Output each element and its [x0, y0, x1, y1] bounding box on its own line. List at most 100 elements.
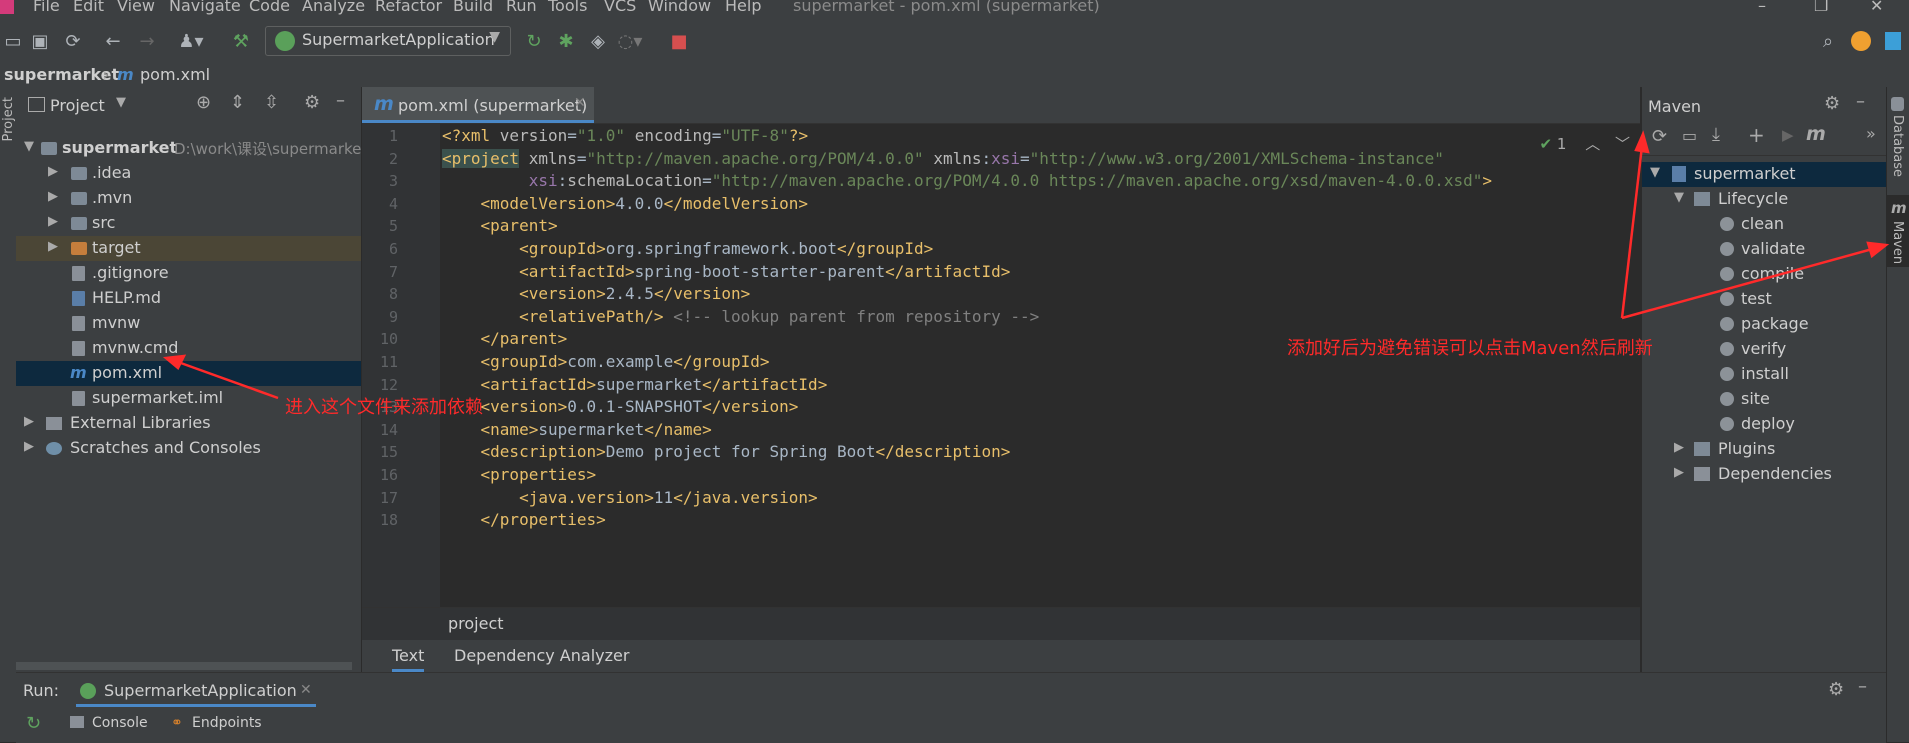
- gear-icon[interactable]: ⚙: [1824, 93, 1840, 114]
- tree-item-gitignore[interactable]: .gitignore: [16, 261, 361, 286]
- gear-icon[interactable]: ⚙: [304, 92, 320, 113]
- run-icon[interactable]: ▶: [1782, 126, 1794, 144]
- add-folder-icon[interactable]: ▭: [1682, 126, 1697, 145]
- menu-code[interactable]: Code: [249, 0, 290, 15]
- hide-icon[interactable]: –: [1858, 676, 1867, 697]
- close-tab-icon[interactable]: ✕: [574, 95, 586, 111]
- tab-text[interactable]: Text: [392, 646, 425, 672]
- restore-icon[interactable]: ❐: [1814, 0, 1828, 15]
- stop-icon[interactable]: ■: [666, 28, 692, 54]
- tree-item-mvnw-cmd[interactable]: mvnw.cmd: [16, 336, 361, 361]
- database-tool-tab[interactable]: Database: [1890, 115, 1905, 177]
- line-number: 10: [379, 330, 398, 348]
- menu-edit[interactable]: Edit: [73, 0, 104, 15]
- user-icon[interactable]: ♟▾: [178, 28, 204, 54]
- maven-goal-install[interactable]: install: [1642, 362, 1887, 387]
- tree-item-src[interactable]: ▶ src: [16, 211, 361, 236]
- menu-build[interactable]: Build: [453, 0, 493, 15]
- horizontal-scrollbar[interactable]: [16, 662, 352, 670]
- inspection-widget[interactable]: ✔ 1 ︿ ﹀: [1540, 133, 1631, 154]
- code-area[interactable]: <?xml version="1.0" encoding="UTF-8"?> <…: [442, 123, 1640, 607]
- run-config-select[interactable]: SupermarketApplication ▼: [265, 26, 511, 56]
- menu-vcs[interactable]: VCS: [604, 0, 636, 15]
- menu-help[interactable]: Help: [725, 0, 761, 15]
- tree-item-help[interactable]: HELP.md: [16, 286, 361, 311]
- hide-icon[interactable]: –: [1856, 91, 1865, 112]
- chevron-down-icon[interactable]: ﹀: [1615, 135, 1630, 153]
- tree-label: target: [92, 238, 141, 257]
- hide-icon[interactable]: –: [336, 90, 345, 111]
- tree-item-target[interactable]: ▶ target: [16, 236, 361, 261]
- build-hammer-icon[interactable]: ⚒: [228, 28, 254, 54]
- maven-goal-test[interactable]: test: [1642, 287, 1887, 312]
- minimize-icon[interactable]: –: [1758, 0, 1766, 15]
- coverage-icon[interactable]: ◈: [585, 28, 611, 54]
- sync-icon[interactable]: ⟳: [60, 28, 86, 54]
- menu-analyze[interactable]: Analyze: [302, 0, 365, 15]
- rerun-icon[interactable]: ↻: [26, 713, 41, 734]
- rerun-icon[interactable]: ↻: [521, 28, 547, 54]
- maven-project-root[interactable]: ▼ supermarket: [1642, 162, 1887, 187]
- maven-goal-site[interactable]: site: [1642, 387, 1887, 412]
- chevron-down-icon[interactable]: ▼: [116, 95, 126, 110]
- tab-pom-xml[interactable]: m pom.xml (supermarket) ✕: [362, 87, 594, 123]
- maven-dependencies[interactable]: ▶ Dependencies: [1642, 462, 1887, 487]
- run-tab[interactable]: SupermarketApplication ✕: [76, 673, 316, 707]
- tree-item-mvn[interactable]: ▶ .mvn: [16, 186, 361, 211]
- console-tab[interactable]: Console: [92, 715, 148, 731]
- maven-tool-tab[interactable]: m Maven: [1887, 195, 1909, 267]
- close-icon[interactable]: ✕: [1870, 0, 1883, 15]
- editor-breadcrumb[interactable]: project: [448, 614, 504, 633]
- gear-icon: [1720, 292, 1734, 306]
- forward-icon[interactable]: →: [134, 28, 160, 54]
- menu-refactor[interactable]: Refactor: [375, 0, 442, 15]
- open-folder-icon[interactable]: ▭: [0, 28, 26, 54]
- collapse-all-icon[interactable]: ⇳: [264, 92, 279, 113]
- tab-dependency-analyzer[interactable]: Dependency Analyzer: [454, 646, 629, 665]
- file-icon: [72, 316, 85, 331]
- menu-window[interactable]: Window: [648, 0, 711, 15]
- tree-item-idea[interactable]: ▶ .idea: [16, 161, 361, 186]
- locate-icon[interactable]: ⊕: [196, 92, 211, 113]
- line-number: 5: [388, 217, 398, 235]
- menu-view[interactable]: View: [117, 0, 155, 15]
- maven-goal-clean[interactable]: clean: [1642, 212, 1887, 237]
- maven-goal-compile[interactable]: compile: [1642, 262, 1887, 287]
- breadcrumb-file[interactable]: pom.xml: [140, 65, 210, 84]
- tree-item-mvnw[interactable]: mvnw: [16, 311, 361, 336]
- menu-tools[interactable]: Tools: [548, 0, 587, 15]
- project-panel-title[interactable]: Project: [50, 96, 105, 115]
- plugin-icon[interactable]: [1880, 28, 1906, 54]
- add-icon[interactable]: +: [1748, 123, 1765, 147]
- search-icon[interactable]: ⌕: [1815, 28, 1841, 54]
- tree-item-scratches[interactable]: ▶ Scratches and Consoles: [16, 436, 361, 461]
- back-icon[interactable]: ←: [100, 28, 126, 54]
- maven-goal-package[interactable]: package: [1642, 312, 1887, 337]
- maven-goal-validate[interactable]: validate: [1642, 237, 1887, 262]
- update-icon[interactable]: [1848, 28, 1874, 54]
- download-icon[interactable]: ⤓: [1712, 124, 1720, 145]
- more-icon[interactable]: »: [1866, 124, 1876, 143]
- chevron-up-icon[interactable]: ︿: [1585, 135, 1600, 153]
- project-tool-tab[interactable]: Project: [1, 97, 16, 141]
- reload-icon[interactable]: ⟳: [1652, 126, 1667, 147]
- breadcrumb-project[interactable]: supermarket: [4, 65, 119, 84]
- menu-navigate[interactable]: Navigate: [169, 0, 241, 15]
- maven-goal-icon[interactable]: m: [1806, 123, 1826, 145]
- maven-goal-verify[interactable]: verify: [1642, 337, 1887, 362]
- gear-icon[interactable]: ⚙: [1828, 679, 1844, 700]
- maven-lifecycle[interactable]: ▼ Lifecycle: [1642, 187, 1887, 212]
- save-icon[interactable]: ▣: [27, 28, 53, 54]
- expand-all-icon[interactable]: ⇕: [230, 92, 245, 113]
- close-tab-icon[interactable]: ✕: [300, 682, 312, 698]
- menu-bar: File Edit View Navigate Code Analyze Ref…: [0, 0, 1909, 17]
- tree-item-root[interactable]: ▼ supermarket D:\work\课设\supermarket: [16, 136, 361, 161]
- profile-icon[interactable]: ◌▾: [617, 28, 643, 54]
- tree-item-pom[interactable]: m pom.xml: [16, 361, 361, 386]
- menu-file[interactable]: File: [33, 0, 60, 15]
- maven-plugins[interactable]: ▶ Plugins: [1642, 437, 1887, 462]
- maven-goal-deploy[interactable]: deploy: [1642, 412, 1887, 437]
- menu-run[interactable]: Run: [506, 0, 537, 15]
- debug-icon[interactable]: ✱: [553, 28, 579, 54]
- endpoints-tab[interactable]: Endpoints: [192, 715, 262, 731]
